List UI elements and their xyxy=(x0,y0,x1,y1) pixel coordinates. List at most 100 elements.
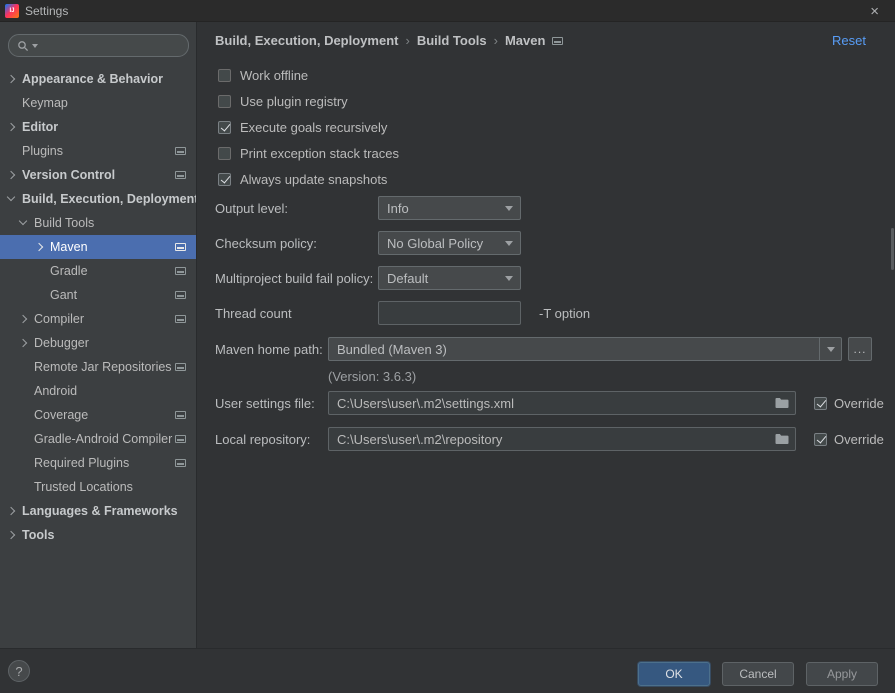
screen-settings-icon xyxy=(175,147,186,155)
execute-goals-recursively-checkbox[interactable] xyxy=(218,121,231,134)
combo-arrow-button[interactable] xyxy=(819,338,841,360)
sidebar-item-appearance-behavior[interactable]: Appearance & Behavior xyxy=(0,67,196,91)
option-execute-goals-recursively: Execute goals recursively xyxy=(218,117,387,137)
chevron-right-icon[interactable] xyxy=(7,531,15,539)
sidebar-item-coverage[interactable]: Coverage xyxy=(0,403,196,427)
user-settings-override-label: Override xyxy=(834,396,884,411)
multiproject-policy-label: Multiproject build fail policy: xyxy=(215,266,373,290)
settings-dialog: IJ Settings × Appearance & Behavior Keym… xyxy=(0,0,895,693)
user-settings-file-field[interactable]: C:\Users\user\.m2\settings.xml xyxy=(328,391,796,415)
reset-link[interactable]: Reset xyxy=(832,33,866,48)
sidebar-item-android[interactable]: Android xyxy=(0,379,196,403)
print-exception-stack-traces-checkbox[interactable] xyxy=(218,147,231,160)
help-button[interactable]: ? xyxy=(8,660,30,682)
work-offline-checkbox[interactable] xyxy=(218,69,231,82)
chevron-down-icon[interactable] xyxy=(19,217,27,225)
option-use-plugin-registry: Use plugin registry xyxy=(218,91,348,111)
screen-settings-icon xyxy=(175,411,186,419)
sidebar-item-gradle-android-compiler[interactable]: Gradle-Android Compiler xyxy=(0,427,196,451)
dialog-footer: ? OK Cancel Apply xyxy=(0,648,895,693)
sidebar-item-trusted-locations[interactable]: Trusted Locations xyxy=(0,475,196,499)
screen-settings-icon xyxy=(175,363,186,371)
chevron-right-icon[interactable] xyxy=(19,315,27,323)
user-settings-override-checkbox[interactable] xyxy=(814,397,827,410)
screen-settings-icon xyxy=(175,315,186,323)
sidebar-item-gradle[interactable]: Gradle xyxy=(0,259,196,283)
always-update-snapshots-checkbox[interactable] xyxy=(218,173,231,186)
output-level-value: Info xyxy=(387,201,409,216)
screen-settings-icon xyxy=(175,243,186,251)
screen-settings-icon xyxy=(175,435,186,443)
sidebar-item-editor[interactable]: Editor xyxy=(0,115,196,139)
local-repository-override-checkbox[interactable] xyxy=(814,433,827,446)
chevron-right-icon[interactable] xyxy=(35,243,43,251)
sidebar-item-maven[interactable]: Maven xyxy=(0,235,196,259)
search-icon xyxy=(17,40,29,52)
local-repository-field[interactable]: C:\Users\user\.m2\repository xyxy=(328,427,796,451)
breadcrumb-separator: › xyxy=(405,33,409,48)
breadcrumb-build-execution-deployment[interactable]: Build, Execution, Deployment xyxy=(215,33,398,48)
breadcrumb-build-tools[interactable]: Build Tools xyxy=(417,33,487,48)
multiproject-policy-select[interactable]: Default xyxy=(378,266,521,290)
title-bar: IJ Settings × xyxy=(0,0,895,22)
dropdown-arrow-icon xyxy=(505,276,513,281)
chevron-right-icon[interactable] xyxy=(7,171,15,179)
local-repository-override-label: Override xyxy=(834,432,884,447)
sidebar-item-version-control[interactable]: Version Control xyxy=(0,163,196,187)
user-settings-file-value: C:\Users\user\.m2\settings.xml xyxy=(337,396,514,411)
apply-button[interactable]: Apply xyxy=(806,662,878,686)
sidebar-item-required-plugins[interactable]: Required Plugins xyxy=(0,451,196,475)
screen-settings-icon xyxy=(175,171,186,179)
output-level-select[interactable]: Info xyxy=(378,196,521,220)
checksum-policy-value: No Global Policy xyxy=(387,236,483,251)
dropdown-arrow-icon xyxy=(505,206,513,211)
sidebar-item-build-tools[interactable]: Build Tools xyxy=(0,211,196,235)
checksum-policy-select[interactable]: No Global Policy xyxy=(378,231,521,255)
close-icon[interactable]: × xyxy=(870,0,879,22)
cancel-button[interactable]: Cancel xyxy=(722,662,794,686)
sidebar-item-languages-frameworks[interactable]: Languages & Frameworks xyxy=(0,499,196,523)
chevron-right-icon[interactable] xyxy=(7,75,15,83)
sidebar-item-remote-jar-repositories[interactable]: Remote Jar Repositories xyxy=(0,355,196,379)
use-plugin-registry-checkbox[interactable] xyxy=(218,95,231,108)
thread-count-suffix: -T option xyxy=(539,301,590,325)
sidebar-item-debugger[interactable]: Debugger xyxy=(0,331,196,355)
scrollbar-thumb[interactable] xyxy=(891,228,894,270)
ok-button[interactable]: OK xyxy=(638,662,710,686)
print-exception-stack-traces-label: Print exception stack traces xyxy=(240,146,399,161)
option-work-offline: Work offline xyxy=(218,65,308,85)
multiproject-policy-value: Default xyxy=(387,271,428,286)
option-print-exception-stack-traces: Print exception stack traces xyxy=(218,143,399,163)
folder-icon[interactable] xyxy=(775,433,789,448)
folder-icon[interactable] xyxy=(775,397,789,412)
sidebar-item-compiler[interactable]: Compiler xyxy=(0,307,196,331)
option-always-update-snapshots: Always update snapshots xyxy=(218,169,387,189)
search-history-arrow-icon[interactable] xyxy=(32,44,38,48)
settings-search[interactable] xyxy=(8,34,189,57)
maven-home-path-label: Maven home path: xyxy=(215,337,323,361)
breadcrumb: Build, Execution, Deployment › Build Too… xyxy=(215,33,563,48)
sidebar-item-tools[interactable]: Tools xyxy=(0,523,196,547)
chevron-right-icon[interactable] xyxy=(19,339,27,347)
chevron-down-icon[interactable] xyxy=(7,193,15,201)
maven-settings-panel: Build, Execution, Deployment › Build Too… xyxy=(198,22,895,648)
maven-home-path-combo[interactable]: Bundled (Maven 3) xyxy=(328,337,842,361)
browse-button[interactable]: ... xyxy=(848,337,872,361)
maven-version-note: (Version: 3.6.3) xyxy=(328,369,416,384)
sidebar-item-keymap[interactable]: Keymap xyxy=(0,91,196,115)
thread-count-label: Thread count xyxy=(215,301,292,325)
breadcrumb-separator: › xyxy=(494,33,498,48)
thread-count-input[interactable] xyxy=(378,301,521,325)
sidebar-item-plugins[interactable]: Plugins xyxy=(0,139,196,163)
intellij-logo-icon: IJ xyxy=(5,4,19,18)
chevron-right-icon[interactable] xyxy=(7,507,15,515)
chevron-right-icon[interactable] xyxy=(7,123,15,131)
user-settings-override: Override xyxy=(814,391,884,415)
dropdown-arrow-icon xyxy=(505,241,513,246)
sidebar-item-build-execution-deployment[interactable]: Build, Execution, Deployment xyxy=(0,187,196,211)
screen-settings-icon xyxy=(552,37,563,45)
search-input[interactable] xyxy=(43,39,163,53)
local-repository-override: Override xyxy=(814,427,884,451)
settings-sidebar: Appearance & Behavior Keymap Editor Plug… xyxy=(0,22,197,648)
sidebar-item-gant[interactable]: Gant xyxy=(0,283,196,307)
